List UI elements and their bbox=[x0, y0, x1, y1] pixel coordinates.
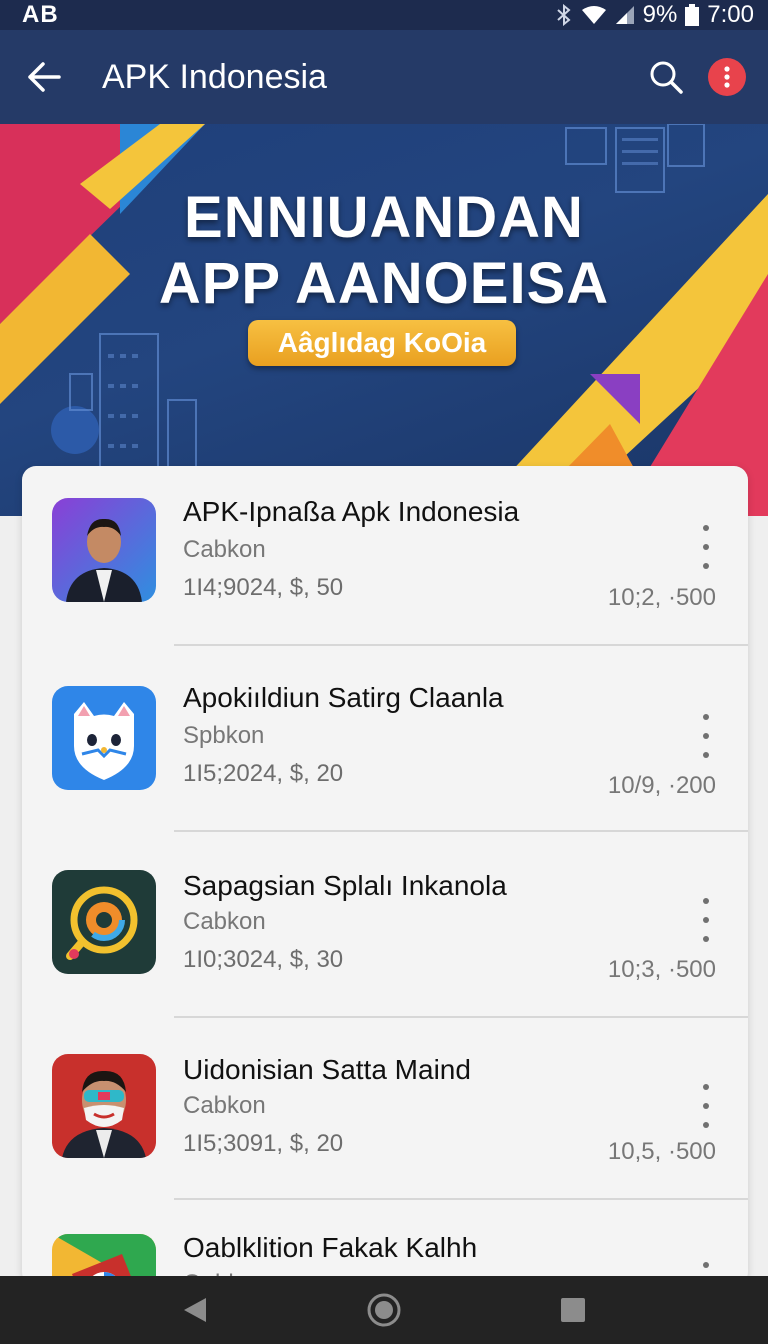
app-meta: 1I5;2024, $, 20 bbox=[183, 760, 344, 787]
divider bbox=[174, 1016, 748, 1018]
circle-home-icon bbox=[367, 1293, 401, 1327]
app-name: APK-Ipnaßa Apk Indonesia bbox=[183, 496, 520, 527]
app-publisher: Cabkon bbox=[183, 536, 266, 563]
app-name: Sapagsian Splalı Inkanola bbox=[183, 870, 507, 901]
app-meta: 1I0;3024, $, 30 bbox=[183, 946, 344, 973]
search-icon bbox=[650, 61, 683, 94]
battery-percent: 9% bbox=[642, 1, 678, 28]
more-vert-icon bbox=[724, 66, 730, 88]
signal-icon bbox=[615, 5, 635, 25]
carrier-label: AB bbox=[22, 1, 59, 28]
divider bbox=[174, 1198, 748, 1200]
bluetooth-icon bbox=[555, 4, 573, 26]
app-list-item[interactable]: Apokiıldiun Satirg Claanla Spbkon 1I5;20… bbox=[22, 648, 748, 828]
status-bar: AB 9% 7:00 bbox=[0, 0, 768, 30]
masked-man-icon bbox=[52, 1054, 156, 1158]
status-icons: 9% 7:00 bbox=[555, 1, 754, 29]
square-recents-icon bbox=[561, 1298, 586, 1322]
app-list: APK-Ipnaßa Apk Indonesia Cabkon 1I4;9024… bbox=[22, 466, 748, 1286]
clock: 7:00 bbox=[707, 1, 754, 28]
more-options-icon[interactable] bbox=[694, 525, 718, 569]
download-count: 10;2, ·500 bbox=[607, 584, 716, 611]
app-meta: 1I4;9024, $, 50 bbox=[183, 574, 344, 601]
system-nav-bar bbox=[0, 1276, 768, 1344]
battery-icon bbox=[685, 4, 700, 26]
app-list-item[interactable]: Uidonisian Satta Maind Cabkon 1I5;3091, … bbox=[22, 1020, 748, 1200]
divider bbox=[174, 644, 748, 646]
arrow-back-icon bbox=[28, 62, 61, 92]
banner-title-line2: APP AANOEISA bbox=[158, 251, 610, 316]
app-bar: APK Indonesia bbox=[0, 30, 768, 124]
download-count: 10;3, ·500 bbox=[607, 956, 716, 983]
app-publisher: Cabkon bbox=[183, 1092, 266, 1119]
app-publisher: Spbkon bbox=[183, 722, 265, 749]
more-options-icon[interactable] bbox=[694, 714, 718, 758]
app-list-item[interactable]: APK-Ipnaßa Apk Indonesia Cabkon 1I4;9024… bbox=[22, 466, 748, 646]
app-name: Apokiıldiun Satirg Claanla bbox=[183, 682, 504, 713]
more-options-icon[interactable] bbox=[694, 1084, 718, 1128]
divider bbox=[174, 830, 748, 832]
app-list-item[interactable]: Sapagsian Splalı Inkanola Cabkon 1I0;302… bbox=[22, 834, 748, 1014]
download-count: 10,5, ·500 bbox=[607, 1138, 716, 1165]
overflow-menu-button[interactable] bbox=[708, 58, 746, 96]
promo-banner[interactable]: ENNIUANDAN APP AANOEISA Aâglıdag KoOia bbox=[0, 124, 768, 516]
app-meta: 1I5;3091, $, 20 bbox=[183, 1130, 344, 1157]
banner-cta-button[interactable]: Aâglıdag KoOia bbox=[248, 320, 516, 366]
app-name: Oablklition Fakak Kalhh bbox=[183, 1232, 478, 1263]
triangle-back-icon bbox=[183, 1298, 206, 1322]
download-count: 10/9, ·200 bbox=[607, 772, 716, 799]
more-options-icon[interactable] bbox=[694, 898, 718, 942]
search-button[interactable] bbox=[636, 47, 696, 107]
wifi-icon bbox=[581, 5, 607, 25]
magnifier-ring-icon bbox=[52, 870, 156, 974]
back-button[interactable] bbox=[4, 30, 84, 124]
nav-home-button[interactable] bbox=[354, 1280, 414, 1340]
page-title: APK Indonesia bbox=[102, 57, 327, 96]
app-name: Uidonisian Satta Maind bbox=[183, 1054, 471, 1085]
banner-title-line1: ENNIUANDAN bbox=[184, 185, 584, 250]
app-publisher: Cabkon bbox=[183, 908, 266, 935]
man-portrait-icon bbox=[52, 498, 156, 602]
white-cat-icon bbox=[52, 686, 156, 790]
nav-recents-button[interactable] bbox=[543, 1280, 603, 1340]
app-list-item[interactable]: Oablklition Fakak Kalhh Oabk bbox=[22, 1202, 748, 1286]
nav-back-button[interactable] bbox=[165, 1280, 225, 1340]
